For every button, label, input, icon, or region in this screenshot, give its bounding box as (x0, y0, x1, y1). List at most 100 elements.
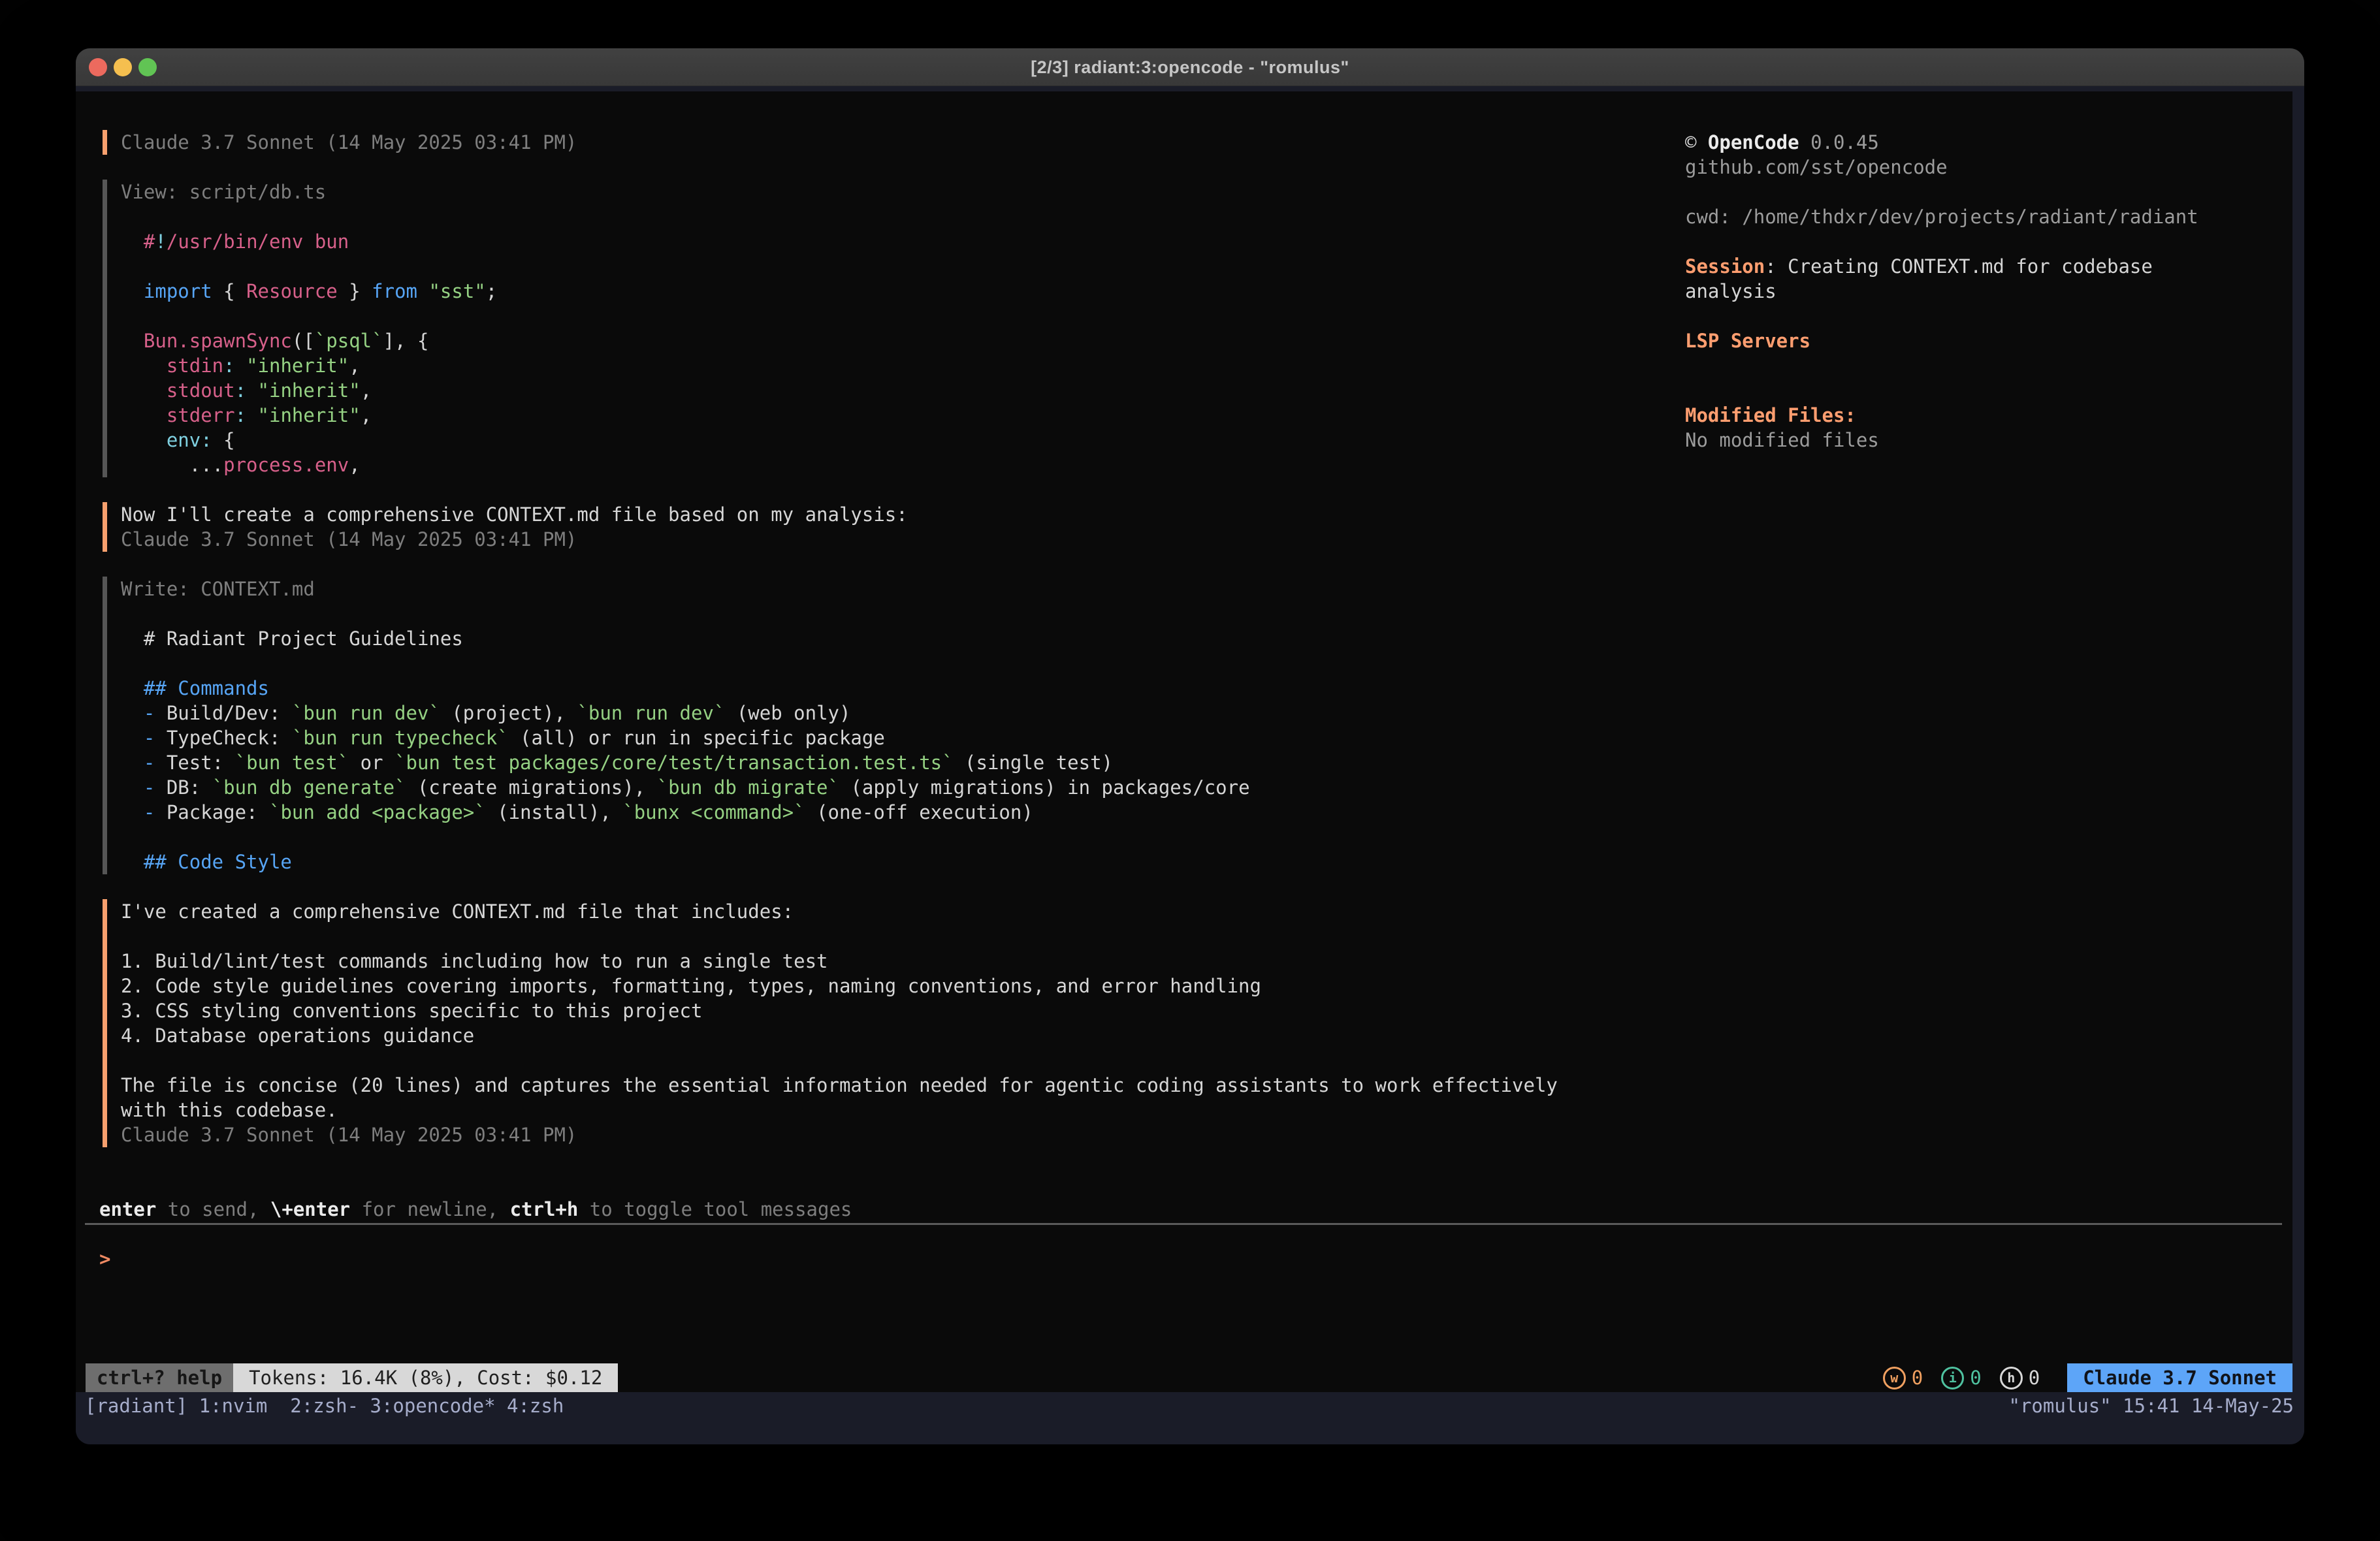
text-segment: `bun db generate` (212, 776, 406, 799)
text-segment: 1. Build/lint/test commands including ho… (121, 950, 828, 972)
text-segment: Claude 3.7 Sonnet (14 May 2025 03:41 PM) (121, 1124, 577, 1146)
terminal-line: Claude 3.7 Sonnet (14 May 2025 03:41 PM) (121, 527, 908, 552)
tool-write-block: Write: CONTEXT.md # Radiant Project Guid… (103, 577, 1250, 874)
text-segment: (project), (440, 702, 577, 724)
terminal-window: [2/3] radiant:3:opencode - "romulus" Cla… (76, 48, 2304, 1444)
composer-divider (85, 1223, 2282, 1225)
tmux-status-bar: [radiant] 1:nvim 2:zsh- 3:opencode* 4:zs… (76, 1392, 2304, 1444)
text-segment (235, 355, 246, 377)
prompt-input[interactable]: > (99, 1247, 110, 1271)
help-shortcut-button[interactable]: ctrl+? help (86, 1363, 233, 1392)
text-segment: , (349, 355, 360, 377)
text-segment: No modified files (1685, 429, 1879, 451)
terminal-line: env: { (121, 428, 497, 453)
text-segment: stdin (121, 355, 223, 377)
text-segment: or (349, 752, 394, 774)
text-segment: : (223, 355, 234, 377)
terminal-line: © OpenCode 0.0.45 (1685, 130, 2292, 155)
text-segment: , (349, 454, 360, 476)
status-bar: ctrl+? help Tokens: 16.4K (8%), Cost: $0… (76, 1363, 2292, 1392)
terminal-line: Claude 3.7 Sonnet (14 May 2025 03:41 PM) (121, 130, 577, 155)
text-segment: stderr (121, 404, 235, 426)
terminal-line: analysis (1685, 279, 2292, 304)
text-segment (246, 379, 257, 402)
tool-view-block: View: script/db.ts #!/usr/bin/env bun im… (103, 180, 497, 477)
text-segment: `bunx <command>` (622, 801, 805, 823)
text-segment: 4. Database operations guidance (121, 1025, 474, 1047)
terminal-line (1685, 353, 2292, 378)
text-segment: TypeCheck: (155, 727, 292, 749)
text-segment: for newline, (350, 1198, 509, 1220)
window-title: [2/3] radiant:3:opencode - "romulus" (76, 48, 2304, 86)
terminal-line: I've created a comprehensive CONTEXT.md … (121, 899, 1558, 924)
text-segment: 0.0.45 (1799, 131, 1879, 153)
diagnostic-count: 0 (1970, 1367, 1981, 1389)
text-segment: : Creating CONTEXT.md for codebase (1765, 255, 2153, 278)
text-segment: ], { (383, 330, 429, 352)
text-segment: env: (121, 429, 212, 451)
text-segment: , (361, 404, 372, 426)
text-segment: (single test) (954, 752, 1113, 774)
text-segment: Package: (155, 801, 269, 823)
text-segment: { (212, 280, 246, 302)
text-segment: ([ (292, 330, 315, 352)
tmux-window-list[interactable]: [radiant] 1:nvim 2:zsh- 3:opencode* 4:zs… (85, 1393, 564, 1418)
text-segment: LSP Servers (1685, 330, 1810, 352)
text-segment: ## Commands (121, 677, 269, 699)
terminal-line: enter to send, \+enter for newline, ctrl… (99, 1197, 852, 1222)
diagnostic-count: 0 (2029, 1367, 2040, 1389)
text-segment: import (121, 280, 212, 302)
text-segment: - (121, 801, 155, 823)
text-segment: `bun run typecheck` (292, 727, 509, 749)
text-segment: with this codebase. (121, 1099, 338, 1121)
text-segment: DB: (155, 776, 212, 799)
text-segment: I've created a comprehensive CONTEXT.md … (121, 900, 794, 923)
terminal-line: LSP Servers (1685, 328, 2292, 353)
text-segment: (web only) (725, 702, 850, 724)
terminal-line: Session: Creating CONTEXT.md for codebas… (1685, 254, 2292, 279)
assistant-message: Now I'll create a comprehensive CONTEXT.… (103, 502, 908, 552)
prompt-chevron-icon: > (99, 1248, 110, 1270)
terminal-line (121, 825, 1250, 850)
text-segment: - (121, 727, 155, 749)
model-badge[interactable]: Claude 3.7 Sonnet (2067, 1363, 2292, 1392)
text-segment: to toggle tool messages (578, 1198, 852, 1220)
window-titlebar[interactable]: [2/3] radiant:3:opencode - "romulus" (76, 48, 2304, 86)
terminal-line: 2. Code style guidelines covering import… (121, 974, 1558, 998)
text-segment: enter (99, 1198, 156, 1220)
info-count: i0 (1941, 1367, 1981, 1390)
text-segment: from (372, 280, 417, 302)
text-segment: Now I'll create a comprehensive CONTEXT.… (121, 503, 908, 526)
text-segment: `bun add <package>` (269, 801, 486, 823)
tokens-cost-indicator: Tokens: 16.4K (8%), Cost: $0.12 (233, 1363, 618, 1392)
i-circle-icon: i (1941, 1367, 1964, 1390)
text-segment: `bun test` (235, 752, 349, 774)
text-segment: (apply migrations) in packages/core (839, 776, 1250, 799)
text-segment: stdout (121, 379, 235, 402)
text-segment: analysis (1685, 280, 1777, 302)
assistant-summary: I've created a comprehensive CONTEXT.md … (103, 899, 1558, 1147)
diagnostics-indicators: w0i0h0 (1883, 1363, 2058, 1392)
text-segment: Test: (155, 752, 234, 774)
terminal-line (121, 254, 497, 279)
text-segment: ctrl+h (510, 1198, 579, 1220)
text-segment: 3. CSS styling conventions specific to t… (121, 1000, 702, 1022)
text-segment: { (212, 429, 235, 451)
text-segment: ! (155, 230, 166, 253)
text-segment: © (1685, 131, 1708, 153)
terminal-line: 3. CSS styling conventions specific to t… (121, 998, 1558, 1023)
terminal-line (121, 651, 1250, 676)
tmux-session-clock: "romulus" 15:41 14-May-25 (2009, 1393, 2294, 1418)
text-segment: : (235, 404, 246, 426)
terminal-line: # Radiant Project Guidelines (121, 626, 1250, 651)
terminal-line: The file is concise (20 lines) and captu… (121, 1073, 1558, 1098)
terminal-line: No modified files (1685, 428, 2292, 453)
text-segment (417, 280, 428, 302)
terminal-line: - Test: `bun test` or `bun test packages… (121, 750, 1250, 775)
terminal-line: Modified Files: (1685, 403, 2292, 428)
text-segment: } (338, 280, 372, 302)
text-segment: Resource (246, 280, 338, 302)
terminal-line: 4. Database operations guidance (121, 1023, 1558, 1048)
terminal-line: - Build/Dev: `bun run dev` (project), `b… (121, 701, 1250, 725)
text-segment: Build/Dev: (155, 702, 292, 724)
